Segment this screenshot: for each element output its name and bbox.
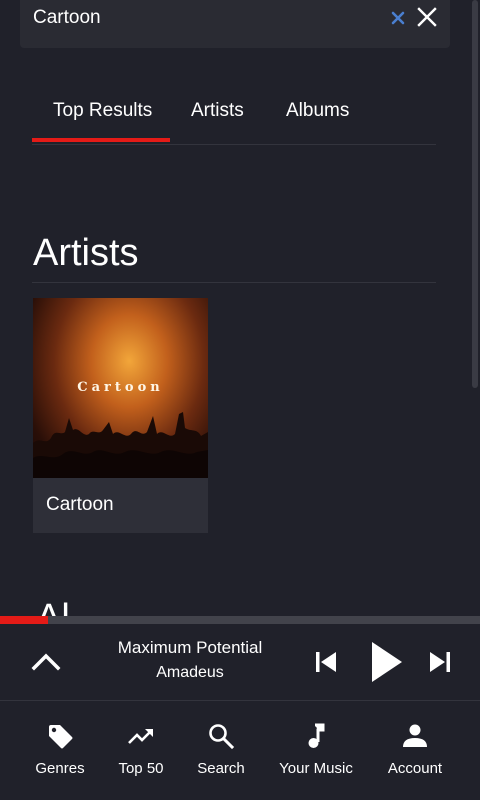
playback-progress-bar[interactable] — [0, 616, 480, 624]
trending-up-icon — [128, 729, 153, 744]
close-icon[interactable] — [416, 6, 438, 28]
section-divider — [32, 282, 436, 283]
nav-label-your-music: Your Music — [279, 760, 353, 777]
tag-icon — [49, 725, 73, 749]
track-title: Maximum Potential — [117, 638, 263, 657]
artist-artwork: Cartoon — [33, 298, 208, 478]
active-tab-indicator — [32, 138, 170, 142]
search-input[interactable] — [33, 5, 373, 31]
nav-label-search: Search — [197, 760, 245, 777]
tab-bar: Top Results Artists Albums — [32, 82, 436, 145]
nav-your-music[interactable]: Your Music — [268, 701, 364, 800]
nav-search[interactable]: Search — [173, 701, 269, 800]
track-artist: Amadeus — [156, 664, 224, 681]
music-note-icon — [308, 723, 325, 748]
play-button[interactable] — [366, 640, 406, 684]
expand-player-button[interactable] — [30, 648, 62, 676]
scrollbar[interactable] — [470, 0, 480, 616]
nav-account[interactable]: Account — [367, 701, 463, 800]
tab-artists[interactable]: Artists — [191, 100, 244, 122]
scrollbar-thumb[interactable] — [472, 0, 478, 388]
tab-top-results[interactable]: Top Results — [53, 100, 152, 122]
artist-name: Cartoon — [46, 494, 114, 515]
tab-albums[interactable]: Albums — [286, 100, 349, 122]
person-icon — [403, 724, 427, 747]
search-bar — [20, 0, 450, 48]
skip-previous-button[interactable] — [312, 648, 340, 676]
playback-progress-fill — [0, 616, 48, 624]
albums-heading: Al — [36, 598, 70, 616]
clear-x-icon[interactable] — [390, 10, 406, 26]
artist-card[interactable]: Cartoon Cartoon — [33, 298, 208, 533]
artists-heading: Artists — [33, 232, 139, 274]
search-icon — [209, 724, 235, 750]
nav-label-account: Account — [387, 760, 443, 777]
crowd-silhouette — [33, 412, 208, 478]
bottom-navigation: Genres Top 50 Search Your Music Account — [0, 701, 480, 800]
now-playing-bar: Maximum Potential Amadeus — [0, 624, 480, 701]
skip-next-button[interactable] — [426, 648, 454, 676]
artwork-title: Cartoon — [77, 380, 164, 395]
